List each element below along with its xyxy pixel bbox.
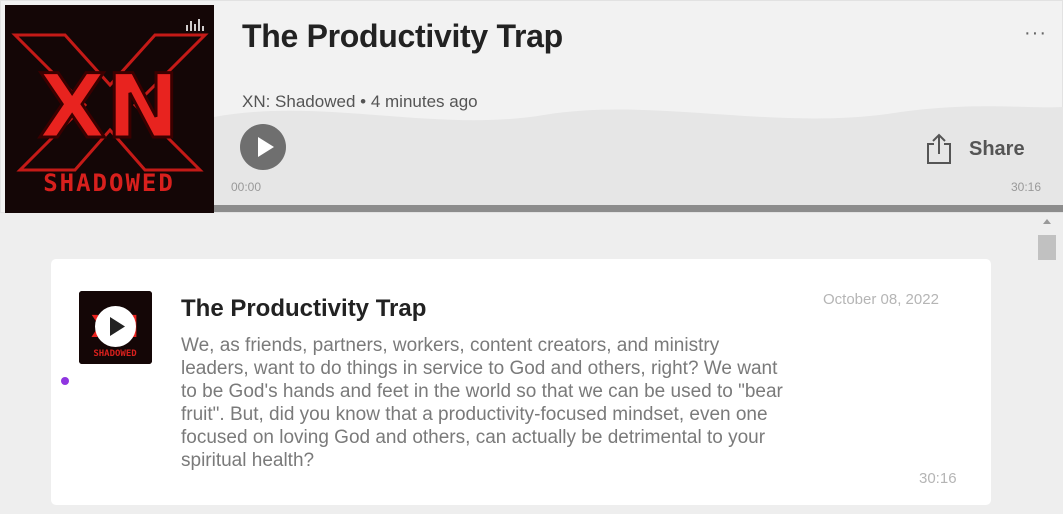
- episode-card-title[interactable]: The Productivity Trap: [181, 295, 426, 323]
- unplayed-indicator: [61, 377, 69, 385]
- play-button[interactable]: [240, 124, 286, 170]
- scrollbar-thumb[interactable]: [1038, 235, 1056, 260]
- scroll-up-arrow-icon[interactable]: [1043, 219, 1051, 224]
- cover-subtitle-text: SHADOWED: [43, 169, 175, 197]
- podcast-cover-art: XN SHADOWED: [5, 5, 214, 213]
- meta-separator: •: [360, 92, 367, 111]
- episode-duration: 30:16: [919, 470, 957, 487]
- episode-date: October 08, 2022: [823, 291, 939, 308]
- episode-meta: XN: Shadowed • 4 minutes ago: [242, 92, 478, 112]
- episode-title: The Productivity Trap: [242, 18, 563, 54]
- progress-bar[interactable]: [214, 205, 1063, 212]
- thumb-subtitle-text: SHADOWED: [93, 349, 137, 359]
- play-icon: [110, 317, 125, 336]
- more-icon[interactable]: ···: [1024, 22, 1047, 45]
- share-button[interactable]: Share: [926, 132, 1025, 166]
- total-time: 30:16: [1011, 180, 1042, 194]
- share-label: Share: [969, 137, 1025, 160]
- share-icon: [927, 133, 951, 164]
- show-name-link[interactable]: XN: Shadowed: [242, 92, 355, 111]
- cover-logo-text: XN: [38, 55, 180, 158]
- published-time: 4 minutes ago: [370, 92, 478, 111]
- scrollbar[interactable]: [1036, 213, 1058, 514]
- episode-play-button[interactable]: [95, 306, 136, 347]
- play-icon: [258, 137, 274, 157]
- current-time: 00:00: [231, 180, 262, 194]
- episode-description: We, as friends, partners, workers, conte…: [181, 335, 783, 471]
